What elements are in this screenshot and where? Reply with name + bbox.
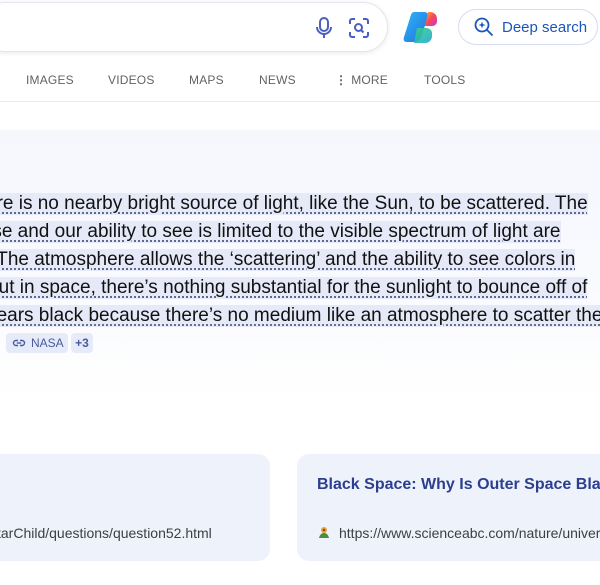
deep-search-label: Deep search: [502, 18, 588, 36]
result-url: https://www.scienceabc.com/nature/univer…: [339, 525, 600, 541]
tab-more-label: MORE: [351, 73, 389, 87]
result-card[interactable]: Black Space: Why Is Outer Space Bla http…: [297, 454, 600, 561]
citation-nasa[interactable]: NASA: [6, 333, 68, 353]
result-url: tarChild/questions/question52.html: [0, 525, 212, 541]
microphone-icon[interactable]: [311, 15, 337, 41]
tab-videos[interactable]: VIDEOS: [108, 73, 155, 87]
answer-line: pears black because there’s no medium li…: [0, 305, 600, 327]
search-tabs: IMAGES VIDEOS MAPS NEWS ⋮ MORE TOOLS: [0, 60, 600, 100]
scienceabc-favicon-icon: [317, 525, 331, 539]
visual-search-icon[interactable]: [346, 15, 372, 41]
answer-line: But in space, there’s nothing substantia…: [0, 277, 588, 299]
answer-line: . The atmosphere allows the ‘scattering’…: [0, 249, 576, 271]
tab-maps[interactable]: MAPS: [189, 73, 224, 87]
deep-search-button[interactable]: Deep search: [458, 9, 598, 45]
result-card[interactable]: tarChild/questions/question52.html: [0, 454, 270, 561]
tab-news[interactable]: NEWS: [259, 73, 296, 87]
link-icon: [12, 336, 26, 350]
result-title[interactable]: Black Space: Why Is Outer Space Bla: [317, 476, 600, 494]
copilot-logo-icon[interactable]: [403, 10, 439, 44]
citation-label: NASA: [31, 336, 64, 350]
answer-line: ere is no nearby bright source of light,…: [0, 193, 588, 215]
tab-tools[interactable]: TOOLS: [424, 73, 465, 87]
search-box[interactable]: [0, 2, 388, 52]
tab-more[interactable]: ⋮ MORE: [335, 73, 388, 87]
more-vertical-icon: ⋮: [335, 73, 348, 87]
deep-search-icon: [473, 16, 495, 38]
tab-images[interactable]: IMAGES: [26, 73, 74, 87]
tabs-divider: [0, 101, 600, 102]
answer-line: rse and our ability to see is limited to…: [0, 221, 561, 243]
citation-more[interactable]: +3: [71, 333, 93, 353]
